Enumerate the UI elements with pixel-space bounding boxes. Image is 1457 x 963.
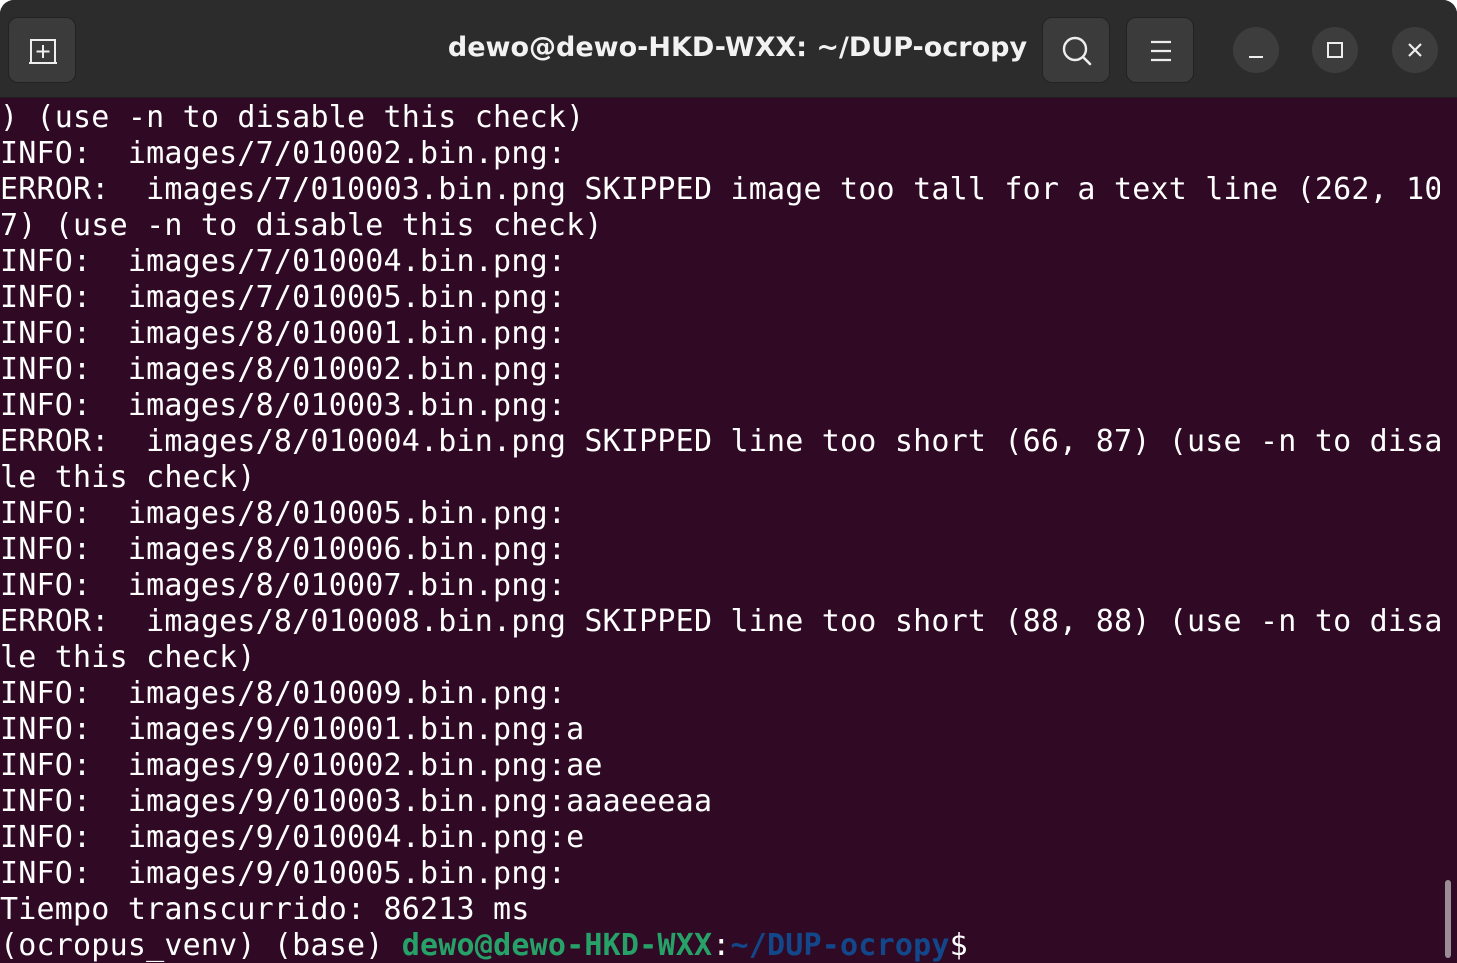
menu-button[interactable] [1126, 17, 1194, 83]
output-line: INFO: images/9/010005.bin.png: [0, 856, 567, 891]
terminal-window: dewo@dewo-HKD-WXX: ~/DUP-ocropy) (use -… [0, 0, 1457, 963]
terminal-output[interactable]: ) (use -n to disable this check) INFO: i… [0, 100, 1440, 963]
output-line: INFO: images/8/010009.bin.png: [0, 676, 567, 711]
maximize-icon [1327, 42, 1343, 58]
window-title: dewo@dewo-HKD-WXX: ~/DUP-ocropy [447, 32, 1028, 63]
output-line: 7) (use -n to disable this check) [0, 208, 603, 243]
output-line: ERROR: images/7/010003.bin.png SKIPPED i… [0, 172, 1440, 207]
output-line: INFO: images/9/010003.bin.png:aaaeeeaa [0, 784, 713, 819]
output-line: le this check) [0, 640, 256, 675]
minimize-button[interactable] [1233, 27, 1279, 73]
output-line: INFO: images/8/010001.bin.png: [0, 316, 567, 351]
shell-prompt[interactable]: (ocropus_venv) (base) dewo@dewo-HKD-WXX:… [0, 928, 1440, 963]
hamburger-menu-icon [1151, 40, 1171, 62]
prompt-separator: : [712, 928, 731, 963]
output-line: INFO: images/8/010002.bin.png: [0, 352, 567, 387]
output-line: Tiempo transcurrido: 86213 ms [0, 892, 530, 927]
output-line: ) (use -n to disable this check) [0, 100, 585, 135]
output-line: INFO: images/8/010006.bin.png: [0, 532, 567, 567]
new-tab-button[interactable] [8, 17, 76, 83]
output-line: INFO: images/7/010005.bin.png: [0, 280, 567, 315]
output-line: INFO: images/7/010004.bin.png: [0, 244, 567, 279]
titlebar: dewo@dewo-HKD-WXX: ~/DUP-ocropy [0, 0, 1457, 98]
output-line: INFO: images/8/010003.bin.png: [0, 388, 567, 423]
output-line: ERROR: images/8/010004.bin.png SKIPPED l… [0, 424, 1440, 459]
minimize-icon [1249, 56, 1263, 58]
prompt-symbol: $ [949, 928, 968, 963]
maximize-button[interactable] [1312, 27, 1358, 73]
output-line: INFO: images/8/010005.bin.png: [0, 496, 567, 531]
output-line: INFO: images/9/010001.bin.png:a [0, 712, 585, 747]
close-button[interactable] [1392, 27, 1438, 73]
close-icon [1408, 43, 1422, 57]
new-tab-icon [29, 39, 57, 64]
output-line: le this check) [0, 460, 256, 495]
prompt-user-host: dewo@dewo-HKD-WXX [401, 928, 713, 963]
scrollbar-thumb[interactable] [1445, 880, 1451, 958]
output-line: INFO: images/9/010002.bin.png:ae [0, 748, 603, 783]
prompt-env: (ocropus_venv) (base) [0, 928, 402, 963]
search-icon [1062, 36, 1092, 66]
prompt-path: ~/DUP-ocropy [730, 928, 950, 963]
output-line: INFO: images/7/010002.bin.png: [0, 136, 567, 171]
output-line: INFO: images/8/010007.bin.png: [0, 568, 567, 603]
output-line: ERROR: images/8/010008.bin.png SKIPPED l… [0, 604, 1440, 639]
output-line: INFO: images/9/010004.bin.png:e [0, 820, 585, 855]
search-button[interactable] [1042, 17, 1110, 83]
